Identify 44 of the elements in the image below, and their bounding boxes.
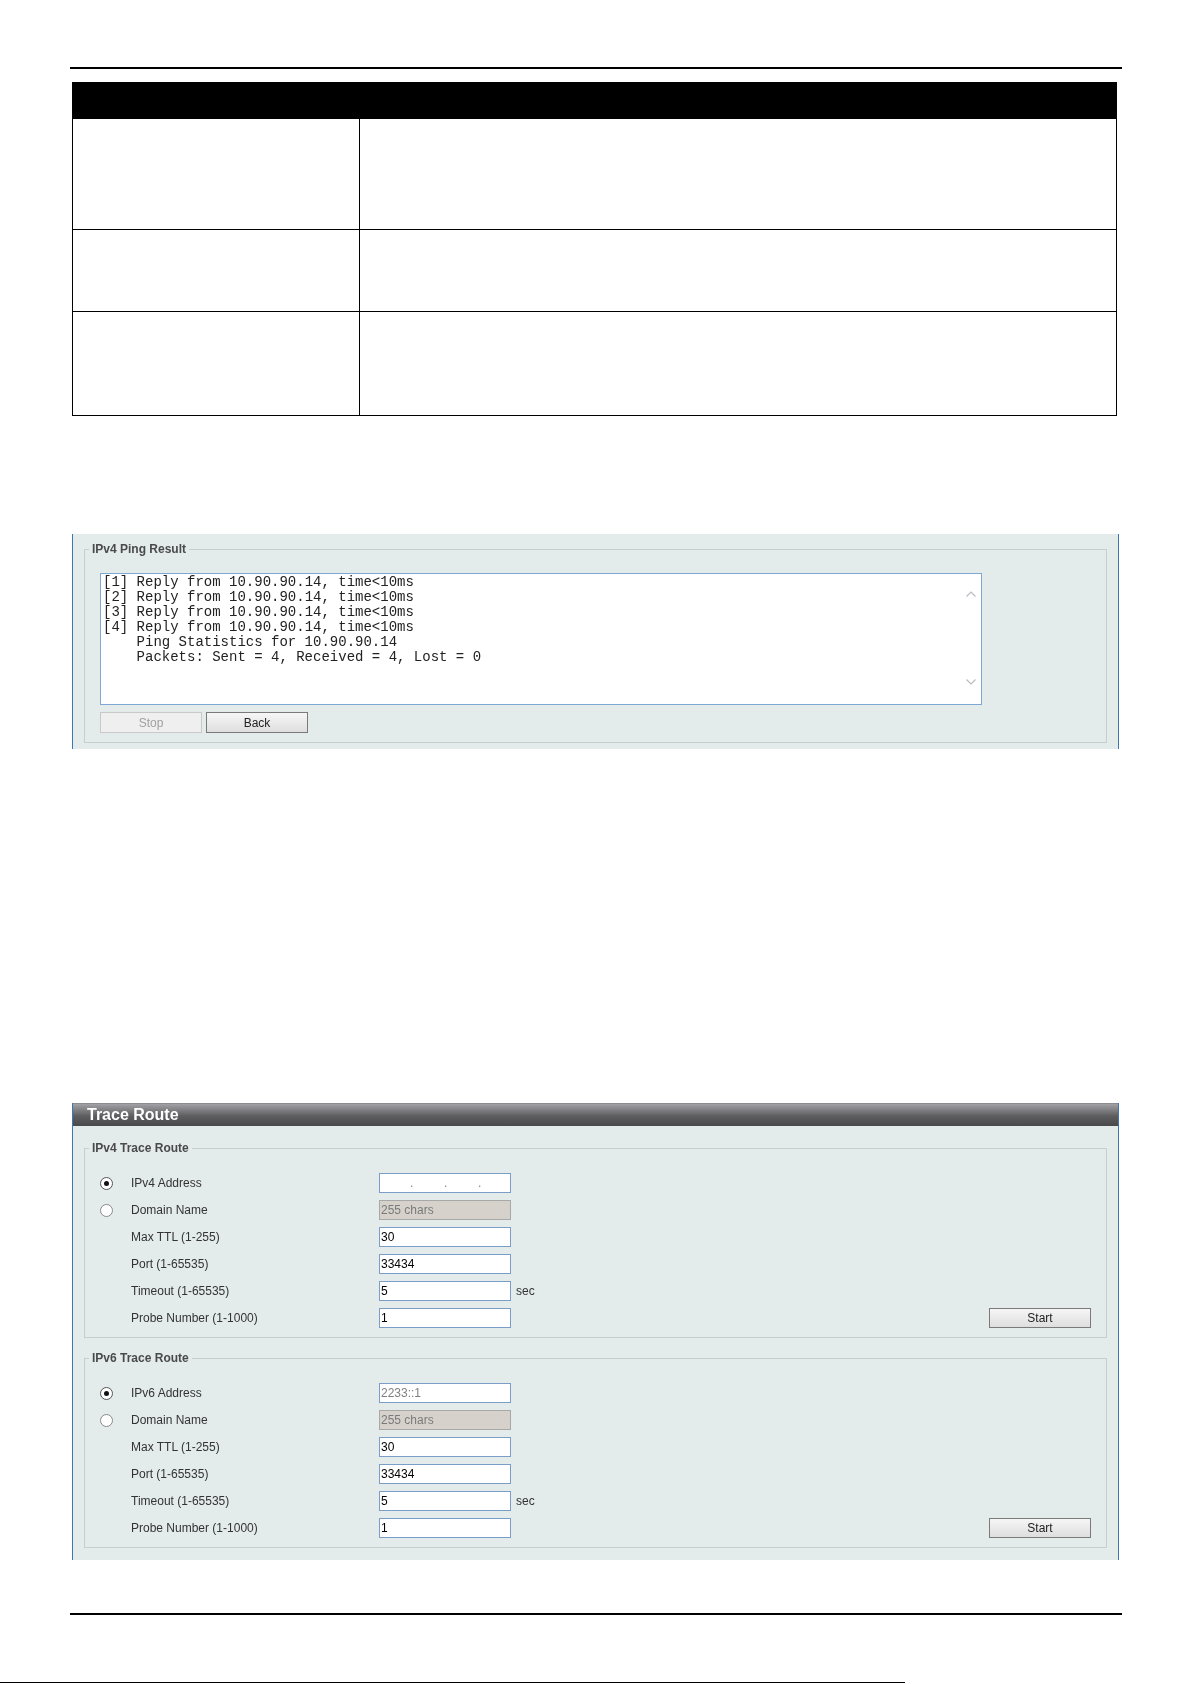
field-label: Max TTL (1-255) (131, 1440, 221, 1454)
text-input-field[interactable]: 5 (379, 1281, 511, 1301)
text-input-field[interactable]: 1 (379, 1308, 511, 1328)
field-label: Max TTL (1-255) (131, 1230, 221, 1244)
start-button[interactable]: Start (989, 1308, 1091, 1328)
radio-button[interactable] (100, 1386, 113, 1400)
group-title: IPv6 Trace Route (91, 1351, 190, 1365)
text-input-field[interactable]: 5 (379, 1491, 511, 1511)
output-line: [3] Reply from 10.90.90.14, time<10ms (103, 605, 414, 620)
ping-output-field[interactable] (100, 573, 982, 705)
field-label: Probe Number (1-1000) (131, 1521, 259, 1535)
action-button[interactable]: Back (206, 712, 308, 733)
chevron-down-icon[interactable] (966, 679, 976, 685)
output-line: [2] Reply from 10.90.90.14, time<10ms (103, 590, 414, 605)
field-label: IPv6 Address (131, 1386, 203, 1400)
field-label: Port (1-65535) (131, 1467, 210, 1481)
text-input-field[interactable]: 33434 (379, 1464, 511, 1484)
output-line: [4] Reply from 10.90.90.14, time<10ms (103, 620, 414, 635)
field-label: Timeout (1-65535) (131, 1284, 231, 1298)
field-label: IPv4 Address (131, 1176, 203, 1190)
panel-title: Trace Route (87, 1106, 179, 1124)
text-input-field[interactable]: 33434 (379, 1254, 511, 1274)
start-button[interactable]: Start (989, 1518, 1091, 1538)
group-title: IPv4 Trace Route (91, 1141, 190, 1155)
text-input-field[interactable]: 30 (379, 1227, 511, 1247)
radio-button[interactable] (100, 1176, 113, 1190)
unit-label: sec (516, 1494, 535, 1508)
unit-label: sec (516, 1284, 535, 1298)
field-label: Probe Number (1-1000) (131, 1311, 259, 1325)
output-line: Ping Statistics for 10.90.90.14 (135, 635, 398, 650)
field-label: Domain Name (131, 1203, 209, 1217)
radio-button[interactable] (100, 1413, 113, 1427)
group-title: IPv4 Ping Result (91, 542, 188, 556)
output-line: [1] Reply from 10.90.90.14, time<10ms (103, 575, 414, 590)
radio-button[interactable] (100, 1203, 113, 1217)
text-input-field[interactable]: 2233::1 (379, 1383, 511, 1403)
chevron-up-icon[interactable] (966, 591, 976, 597)
field-label: Domain Name (131, 1413, 209, 1427)
text-input-field[interactable]: 30 (379, 1437, 511, 1457)
output-line: Packets: Sent = 4, Received = 4, Lost = 0 (135, 650, 482, 665)
text-input-field[interactable]: 1 (379, 1518, 511, 1538)
ip-address-field[interactable]: . . . (379, 1173, 511, 1193)
field-label: Port (1-65535) (131, 1257, 210, 1271)
field-label: Timeout (1-65535) (131, 1494, 231, 1508)
